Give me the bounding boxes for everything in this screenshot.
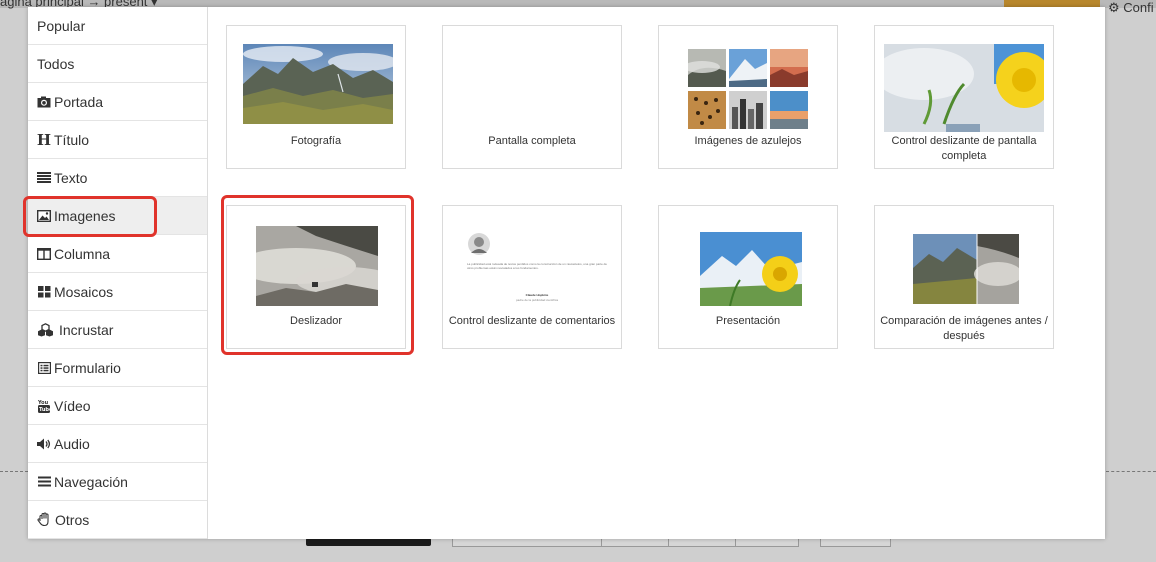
sidebar-item-label: Mosaicos	[54, 283, 114, 300]
template-card-deslizador[interactable]: Deslizador	[226, 205, 406, 349]
sidebar-item-popular[interactable]: Popular	[28, 7, 207, 45]
testimonial-preview: La publicidad está rodeada de textos per…	[467, 232, 607, 307]
block-picker-modal: Popular Todos Portada H Título Texto Ima…	[23, 7, 1105, 539]
sidebar-item-otros[interactable]: Otros	[28, 501, 207, 539]
template-card-presentacion[interactable]: Presentación	[658, 205, 838, 349]
form-icon	[37, 361, 51, 375]
template-card-control-deslizante-pantalla-completa[interactable]: Control deslizante de pantalla completa	[874, 25, 1054, 169]
columns-icon	[37, 247, 51, 261]
sidebar-item-label: Popular	[37, 17, 86, 34]
camera-icon	[37, 95, 51, 109]
template-card-imagenes-azulejos[interactable]: Imágenes de azulejos	[658, 25, 838, 169]
background-box	[735, 538, 799, 547]
sidebar-item-video[interactable]: YouTube Vídeo	[28, 387, 207, 425]
testimonial-quote: La publicidad está rodeada de textos per…	[467, 262, 607, 270]
card-label: Control deslizante de comentarios	[448, 315, 616, 327]
background-box	[601, 538, 669, 547]
card-label: Deslizador	[290, 315, 342, 327]
background-box	[668, 538, 736, 547]
template-grid: Fotografía Pantalla completa Imágenes de…	[208, 7, 1105, 539]
sidebar-item-label: Vídeo	[54, 397, 91, 414]
sidebar-item-label: Texto	[54, 169, 88, 186]
svg-text:Tube: Tube	[39, 407, 50, 413]
card-label: Fotografía	[290, 135, 342, 147]
category-sidebar: Popular Todos Portada H Título Texto Ima…	[28, 7, 208, 539]
card-label: Pantalla completa	[488, 135, 576, 147]
sidebar-item-label: Imagenes	[54, 207, 116, 224]
sidebar-item-navegacion[interactable]: Navegación	[28, 463, 207, 501]
sidebar-item-label: Todos	[37, 55, 75, 72]
sidebar-item-label: Incrustar	[59, 321, 114, 338]
background-box	[452, 538, 602, 547]
sidebar-item-audio[interactable]: Audio	[28, 425, 207, 463]
tiled-images-preview	[688, 49, 810, 131]
presentation-image	[700, 232, 802, 306]
foggy-mountain-image	[256, 226, 378, 306]
dandelion-image	[884, 44, 1044, 132]
card-label: Imágenes de azulejos	[694, 135, 802, 147]
sidebar-item-mosaicos[interactable]: Mosaicos	[28, 273, 207, 311]
sidebar-item-label: Columna	[54, 245, 111, 262]
sidebar-item-label: Portada	[54, 93, 104, 110]
sidebar-item-label: Otros	[55, 511, 90, 528]
template-card-control-deslizante-comentarios[interactable]: La publicidad está rodeada de textos per…	[442, 205, 622, 349]
cubes-icon	[37, 322, 54, 337]
beach-tile-image	[770, 91, 808, 129]
background-config-link: ⚙ Confi	[1108, 0, 1154, 15]
sunset-tile-image	[770, 49, 808, 87]
sidebar-item-todos[interactable]: Todos	[28, 45, 207, 83]
template-card-comparacion-imagenes[interactable]: Comparación de imágenes antes / después	[874, 205, 1054, 349]
background-dashed-line	[1106, 471, 1156, 472]
card-label: Comparación de imágenes antes / después	[880, 315, 1048, 342]
sidebar-item-label: Audio	[54, 435, 90, 452]
snow-mountain-tile-image	[729, 49, 767, 87]
city-tile-image	[729, 91, 767, 129]
grid-icon	[37, 285, 51, 299]
youtube-icon: YouTube	[37, 399, 51, 413]
testimonial-role: padre de la publicidad científica	[515, 298, 559, 302]
sidebar-item-columna[interactable]: Columna	[28, 235, 207, 273]
background-box	[820, 538, 891, 547]
background-dark-button	[306, 538, 431, 546]
heading-icon: H	[36, 130, 52, 149]
leopard-tile-image	[688, 91, 726, 129]
card-label: Presentación	[715, 315, 781, 327]
card-label: Control deslizante de pantalla completa	[891, 135, 1037, 162]
hand-icon	[37, 512, 52, 527]
sidebar-item-formulario[interactable]: Formulario	[28, 349, 207, 387]
sidebar-item-titulo[interactable]: H Título	[28, 121, 207, 159]
sidebar-item-imagenes[interactable]: Imagenes	[28, 197, 207, 235]
sidebar-item-label: Formulario	[54, 359, 121, 376]
template-card-fotografia[interactable]: Fotografía	[226, 25, 406, 169]
text-lines-icon	[37, 171, 51, 185]
sidebar-item-label: Navegación	[54, 473, 128, 490]
author-avatar	[468, 233, 490, 255]
background-dashed-line	[0, 471, 28, 472]
template-card-pantalla-completa[interactable]: Pantalla completa	[442, 25, 622, 169]
sidebar-item-incrustar[interactable]: Incrustar	[28, 311, 207, 349]
sidebar-item-texto[interactable]: Texto	[28, 159, 207, 197]
sidebar-item-label: Título	[54, 131, 90, 148]
menu-icon	[37, 475, 51, 489]
speaker-icon	[37, 437, 51, 451]
fog-tile-image	[688, 49, 726, 87]
image-icon	[37, 209, 51, 223]
testimonial-author: Claude Hopkins	[525, 293, 549, 297]
sidebar-item-portada[interactable]: Portada	[28, 83, 207, 121]
before-after-image	[913, 234, 1019, 304]
mountain-landscape-image	[243, 44, 393, 124]
